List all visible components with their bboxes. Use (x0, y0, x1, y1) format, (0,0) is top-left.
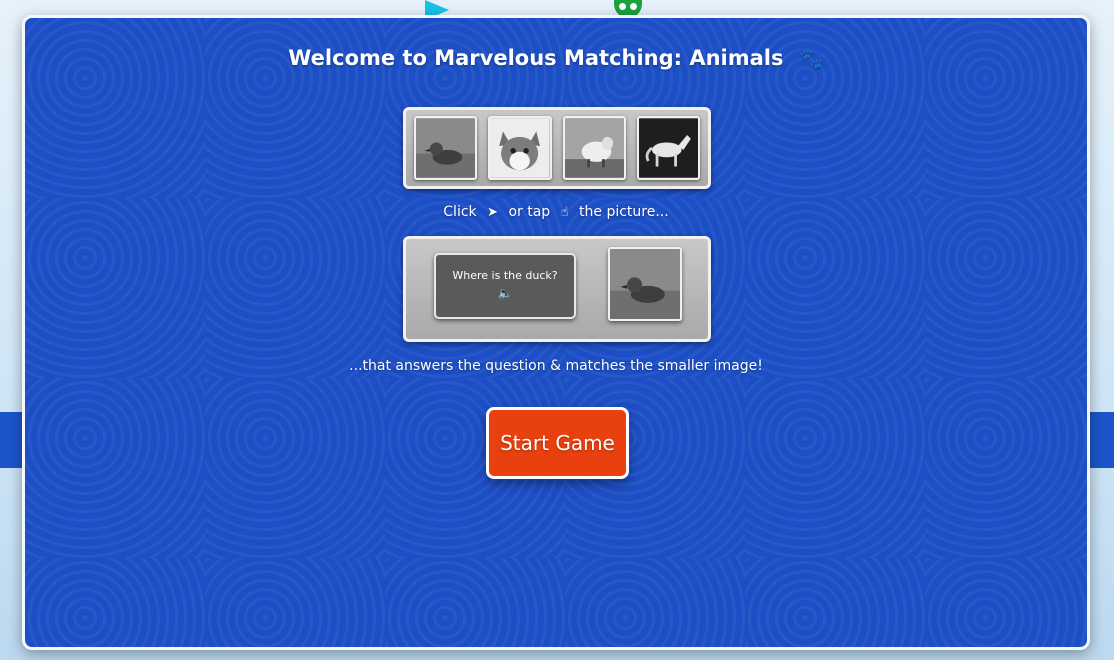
modal-title: Welcome to Marvelous Matching: Animals 🐾 (25, 46, 1087, 70)
instruction-picture-text: the picture... (579, 204, 669, 220)
instruction-or-tap-text: or tap (508, 204, 551, 220)
hand-tap-icon: ☝ (560, 205, 569, 220)
preview-images-panel (403, 107, 711, 189)
instruction-bottom: ...that answers the question & matches t… (349, 358, 763, 374)
question-text: Where is the duck? (452, 269, 558, 282)
example-image-duck (608, 247, 682, 321)
title-text: Welcome to Marvelous Matching: Animals (288, 46, 784, 70)
preview-image-duck (414, 116, 478, 180)
speaker-icon: 🔈 (497, 286, 513, 300)
paw-icon: 🐾 (798, 46, 824, 70)
question-card: Where is the duck? 🔈 (434, 253, 576, 319)
preview-image-cat (488, 116, 552, 180)
welcome-modal: Welcome to Marvelous Matching: Animals 🐾 (22, 15, 1090, 650)
preview-image-sheep (562, 116, 626, 180)
start-game-button[interactable]: Start Game (486, 407, 629, 479)
mouse-pointer-icon: ➤ (487, 205, 498, 220)
instruction-click-text: Click (443, 204, 477, 220)
preview-image-horse (636, 116, 700, 180)
instruction-top: Click ➤ or tap ☝ the picture... (25, 204, 1087, 220)
example-panel: Where is the duck? 🔈 (403, 236, 711, 342)
